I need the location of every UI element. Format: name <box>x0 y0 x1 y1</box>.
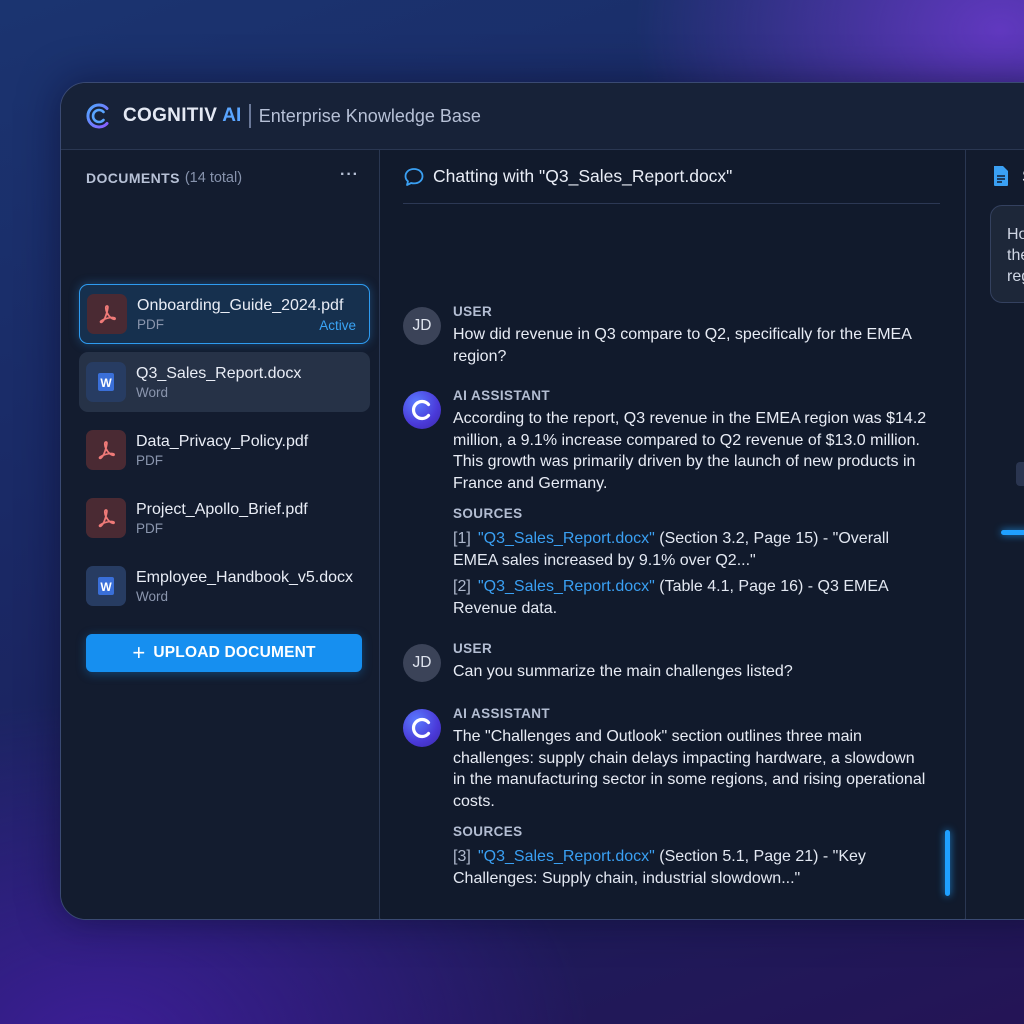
sources-label: SOURCES <box>453 824 523 839</box>
document-name: Q3_Sales_Report.docx <box>136 365 302 382</box>
chat-title: Chatting with "Q3_Sales_Report.docx" <box>433 166 733 186</box>
document-name: Project_Apollo_Brief.pdf <box>136 501 308 518</box>
source-link[interactable]: "Q3_Sales_Report.docx" <box>478 848 655 865</box>
pdf-icon <box>86 498 126 538</box>
document-type: Word <box>136 589 169 604</box>
source-preview-panel: S Ho the reg <box>965 150 1024 919</box>
document-item-onboarding-guide[interactable]: Onboarding_Guide_2024.pdf PDF Active <box>79 284 370 344</box>
message-role: AI ASSISTANT <box>453 388 551 403</box>
chat-message-assistant: AI ASSISTANT The "Challenges and Outlook… <box>403 706 943 906</box>
document-type: PDF <box>136 453 163 468</box>
chat-message-user: JD USER Can you summarize the main chall… <box>403 641 943 691</box>
documents-header: DOCUMENTS (14 total) ··· <box>86 166 359 188</box>
source-citation: [3] "Q3_Sales_Report.docx" (Section 5.1, … <box>453 846 931 890</box>
cognitiv-logo-icon <box>86 103 109 129</box>
more-horizontal-icon[interactable]: ··· <box>340 166 359 184</box>
app-subtitle: Enterprise Knowledge Base <box>258 105 481 126</box>
cognitiv-logo-icon <box>403 391 441 429</box>
svg-text:W: W <box>100 580 112 594</box>
document-icon <box>994 166 1008 186</box>
message-text: How did revenue in Q3 compare to Q2, spe… <box>453 326 911 365</box>
document-name: Onboarding_Guide_2024.pdf <box>137 297 344 314</box>
source-number: [3] <box>453 848 471 865</box>
documents-sidebar: DOCUMENTS (14 total) ··· Onboarding_Guid… <box>61 150 380 919</box>
document-type: Word <box>136 385 169 400</box>
document-item-q3-sales-report[interactable]: W Q3_Sales_Report.docx Word <box>79 352 370 412</box>
title-divider <box>249 104 251 128</box>
document-name: Employee_Handbook_v5.docx <box>136 569 354 586</box>
upload-document-button[interactable]: + UPLOAD DOCUMENT <box>86 634 362 672</box>
chat-bubble-icon <box>404 168 424 186</box>
message-text: According to the report, Q3 revenue in t… <box>453 410 927 493</box>
avatar: JD <box>403 307 441 345</box>
preview-card: Ho the reg <box>990 205 1024 303</box>
document-item-project-apollo-brief[interactable]: Project_Apollo_Brief.pdf PDF <box>79 488 370 548</box>
document-name: Data_Privacy_Policy.pdf <box>136 433 309 450</box>
source-number: [1] <box>453 530 471 547</box>
source-citation: [1] "Q3_Sales_Report.docx" (Section 3.2, … <box>453 528 931 572</box>
chat-scrollbar[interactable] <box>945 830 950 896</box>
chat-panel: Chatting with "Q3_Sales_Report.docx" JD … <box>381 150 964 919</box>
chat-message-user: JD USER How did revenue in Q3 compare to… <box>403 304 943 374</box>
message-role: USER <box>453 304 493 319</box>
message-text: Can you summarize the main challenges li… <box>453 663 793 680</box>
svg-text:W: W <box>100 376 112 390</box>
document-type: PDF <box>136 521 163 536</box>
brand-name: COGNITIV <box>123 105 218 126</box>
preview-tag <box>1016 462 1024 486</box>
chat-message-assistant: AI ASSISTANT According to the report, Q3… <box>403 388 943 628</box>
documents-count: (14 total) <box>184 170 243 186</box>
pdf-icon <box>86 430 126 470</box>
document-item-employee-handbook[interactable]: W Employee_Handbook_v5.docx Word <box>79 556 370 616</box>
source-link[interactable]: "Q3_Sales_Report.docx" <box>478 578 655 595</box>
avatar: JD <box>403 644 441 682</box>
cognitiv-logo-icon <box>403 709 441 747</box>
chat-header: Chatting with "Q3_Sales_Report.docx" <box>403 166 940 204</box>
upload-label: UPLOAD DOCUMENT <box>153 644 316 661</box>
plus-icon: + <box>132 640 146 665</box>
message-role: AI ASSISTANT <box>453 706 551 721</box>
word-icon: W <box>86 362 126 402</box>
word-icon: W <box>86 566 126 606</box>
app-window: COGNITIV AI Enterprise Knowledge Base DO… <box>60 82 1024 920</box>
message-role: USER <box>453 641 493 656</box>
active-label: Active <box>319 318 356 333</box>
document-item-data-privacy-policy[interactable]: Data_Privacy_Policy.pdf PDF <box>79 420 370 480</box>
message-text: The "Challenges and Outlook" section out… <box>453 728 926 811</box>
title-bar: COGNITIV AI Enterprise Knowledge Base <box>61 83 1024 150</box>
source-number: [2] <box>453 578 471 595</box>
sources-label: SOURCES <box>453 506 523 521</box>
documents-title: DOCUMENTS <box>86 170 180 186</box>
source-citation: [2] "Q3_Sales_Report.docx" (Table 4.1, Pa… <box>453 576 931 620</box>
preview-highlight-bar <box>1001 530 1024 535</box>
pdf-icon <box>87 294 127 334</box>
source-link[interactable]: "Q3_Sales_Report.docx" <box>478 530 655 547</box>
brand-ai: AI <box>222 105 242 126</box>
preview-card-text: Ho the reg <box>1007 226 1024 285</box>
